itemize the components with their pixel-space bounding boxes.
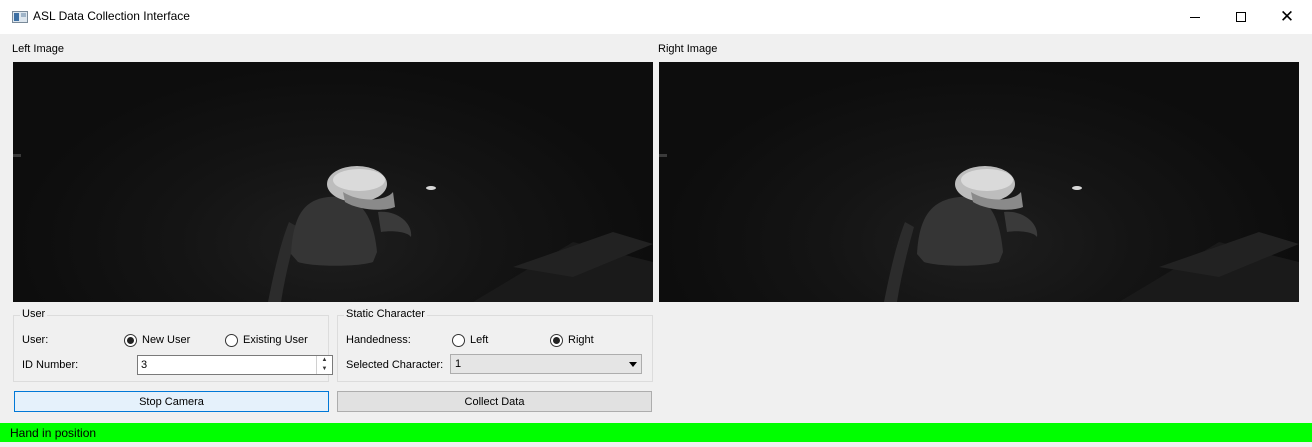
id-number-stepper[interactable]: ▲ ▼ [316, 356, 332, 374]
window-title: ASL Data Collection Interface [33, 9, 190, 23]
id-number-value: 3 [141, 359, 148, 371]
user-group: User User: New User Existing User ID Num… [13, 308, 333, 382]
selected-character-label: Selected Character: [346, 359, 444, 371]
left-hand-radio[interactable] [452, 334, 465, 347]
selected-character-value: 1 [455, 358, 462, 370]
spin-down-icon[interactable]: ▼ [317, 365, 332, 374]
stop-camera-button[interactable]: Stop Camera [14, 391, 329, 412]
close-icon: ✕ [1279, 6, 1295, 27]
left-camera-view [13, 62, 653, 302]
right-image-label: Right Image [658, 43, 718, 55]
left-camera-frame [13, 154, 653, 302]
new-user-radio[interactable] [124, 334, 137, 347]
right-camera-frame [659, 154, 1299, 302]
close-button[interactable]: ✕ [1264, 0, 1310, 34]
spin-up-icon[interactable]: ▲ [317, 356, 332, 365]
collect-data-button[interactable]: Collect Data [337, 391, 652, 412]
user-group-title: User [20, 308, 48, 320]
handedness-label: Handedness: [346, 334, 411, 346]
id-number-label: ID Number: [22, 359, 79, 371]
static-character-group-title: Static Character [344, 308, 427, 320]
id-number-spinbox[interactable]: 3 ▲ ▼ [137, 355, 333, 375]
status-text: Hand in position [10, 426, 97, 440]
left-hand-radio-label[interactable]: Left [470, 334, 488, 346]
right-hand-radio-label[interactable]: Right [568, 334, 594, 346]
user-label: User: [22, 334, 49, 346]
existing-user-radio-label[interactable]: Existing User [243, 334, 308, 346]
status-bar: Hand in position [0, 423, 1312, 442]
minimize-icon [1190, 16, 1200, 18]
right-camera-view [659, 62, 1299, 302]
title-bar: ASL Data Collection Interface ✕ [0, 0, 1312, 34]
chevron-down-icon [629, 362, 637, 367]
maximize-button[interactable] [1218, 0, 1264, 34]
minimize-button[interactable] [1172, 0, 1218, 34]
selected-character-dropdown[interactable]: 1 [450, 354, 642, 374]
new-user-radio-label[interactable]: New User [142, 334, 190, 346]
maximize-icon [1236, 12, 1246, 22]
app-window-icon [12, 11, 28, 23]
right-hand-radio[interactable] [550, 334, 563, 347]
existing-user-radio[interactable] [225, 334, 238, 347]
left-image-label: Left Image [12, 43, 64, 55]
